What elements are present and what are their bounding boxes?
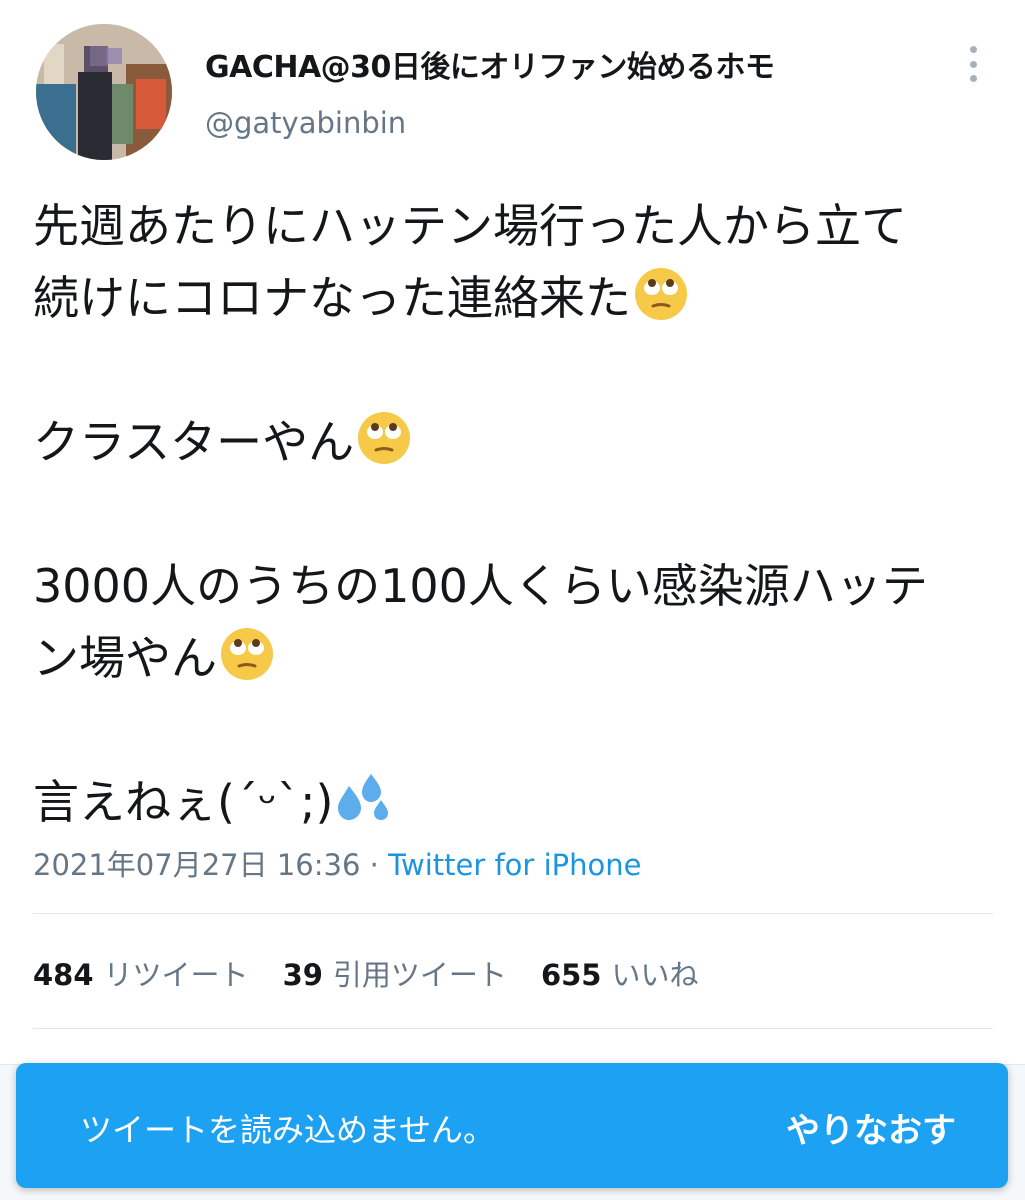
retweet-count[interactable]: 484 リツイート xyxy=(33,952,249,994)
tweet-line-text: 言えねぇ(´ᵕ`;) xyxy=(33,775,334,829)
user-handle[interactable]: @gatyabinbin xyxy=(205,106,406,140)
tweet-meta: 2021年07月27日 16:36 · Twitter for iPhone xyxy=(33,842,641,884)
tweet-line: 3000人のうちの100人くらい感染源ハッテ xyxy=(33,550,983,622)
divider xyxy=(33,1028,993,1029)
toast-message: ツイートを読み込めません。 xyxy=(80,1111,496,1149)
menu-dot xyxy=(969,60,977,68)
face-with-rolling-eyes-icon xyxy=(633,266,689,342)
avatar[interactable] xyxy=(36,24,172,160)
tweet-line-text: クラスターやん xyxy=(33,415,355,469)
face-with-rolling-eyes-icon xyxy=(356,410,412,486)
tweet-line: ン場やん xyxy=(33,622,983,694)
face-with-rolling-eyes-icon xyxy=(219,626,275,702)
tweet-line-text: 3000人のうちの100人くらい感染源ハッテ xyxy=(33,559,928,613)
like-count[interactable]: 655 いいね xyxy=(541,952,699,994)
tweet-line-text: ン場やん xyxy=(33,631,217,685)
display-name[interactable]: GACHA@30日後にオリファン始めるホモ xyxy=(205,42,775,86)
meta-separator: · xyxy=(360,848,389,882)
sweat-droplets-icon xyxy=(335,770,391,846)
tweet-line: 先週あたりにハッテン場行った人から立て xyxy=(33,190,983,262)
timestamp[interactable]: 2021年07月27日 16:36 xyxy=(33,848,360,882)
retweet-label: リツイート xyxy=(103,958,249,992)
tweet-gap xyxy=(33,694,983,766)
more-vertical-icon[interactable] xyxy=(958,42,988,86)
menu-dot xyxy=(969,75,977,82)
quote-label: 引用ツイート xyxy=(332,958,507,992)
retweet-number: 484 xyxy=(33,958,94,992)
like-label: いいね xyxy=(611,958,699,992)
like-number: 655 xyxy=(540,958,602,992)
tweet-line-text: 続けにコロナなった連絡来た xyxy=(33,271,631,325)
quote-number: 39 xyxy=(282,958,323,992)
tweet-gap xyxy=(33,478,983,550)
error-toast: ツイートを読み込めません。 やりなおす xyxy=(16,1063,1008,1188)
engagement-stats: 484 リツイート 39 引用ツイート 655 いいね xyxy=(33,952,699,994)
tweet-line-text: 先週あたりにハッテン場行った人から立て xyxy=(33,199,907,253)
tweet-line: 言えねぇ(´ᵕ`;) xyxy=(33,766,983,838)
profile-photo xyxy=(36,24,172,160)
divider xyxy=(33,913,993,914)
tweet-line: クラスターやん xyxy=(33,406,983,478)
menu-dot xyxy=(969,46,977,53)
tweet-line: 続けにコロナなった連絡来た xyxy=(33,262,983,334)
tweet-text: 先週あたりにハッテン場行った人から立て 続けにコロナなった連絡来た クラスターや… xyxy=(33,190,983,838)
source-link[interactable]: Twitter for iPhone xyxy=(388,848,641,882)
quote-count[interactable]: 39 引用ツイート xyxy=(283,952,507,994)
retry-button[interactable]: やりなおす xyxy=(786,1103,956,1152)
tweet-gap xyxy=(33,334,983,406)
